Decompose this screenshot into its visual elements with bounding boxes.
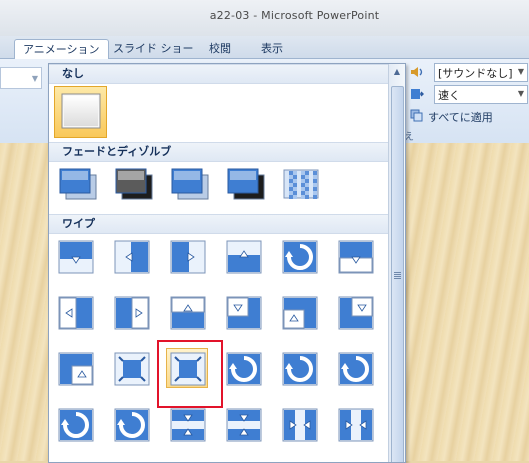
title-bar: a22-03 - Microsoft PowerPoint [0, 0, 529, 37]
wheel-8-icon [114, 408, 150, 442]
transition-wheel-3[interactable] [334, 348, 376, 388]
cut-through-black-icon [227, 168, 265, 200]
wheel-2-icon [282, 352, 318, 386]
uncover-left-icon [58, 296, 94, 330]
uncover-up-icon [170, 296, 206, 330]
uncover-right-down-icon [338, 296, 374, 330]
tab-review[interactable]: 校閲 [201, 39, 239, 58]
fade-smooth-icon [59, 168, 97, 200]
uncover-left-down-icon [226, 296, 262, 330]
transition-fade-smooth[interactable] [54, 162, 97, 202]
ribbon-tab-bar: アニメーション スライド ショー 校閲 表示 [0, 36, 529, 59]
wheel-clockwise-icon [282, 240, 318, 274]
speed-icon [411, 89, 424, 99]
split-horizontal-in-icon [170, 408, 206, 442]
transition-uncover-right-down[interactable] [334, 292, 376, 332]
transition-uncover-left-up[interactable] [278, 292, 320, 332]
ribbon-left-dropdown[interactable]: ▼ [0, 67, 42, 89]
split-vertical-out-icon [338, 408, 374, 442]
transition-wheel-2[interactable] [278, 348, 320, 388]
box-in-icon [114, 352, 150, 386]
transition-uncover-left-down[interactable] [222, 292, 264, 332]
transition-fade-through-black[interactable] [110, 162, 153, 202]
transition-options-group: [サウンドなし] ▼ 速く ▼ すべてに適用 [404, 59, 529, 143]
speed-row: 速く ▼ [410, 85, 529, 104]
transition-cut-through-black[interactable] [222, 162, 265, 202]
sound-row: [サウンドなし] ▼ [410, 63, 529, 82]
transition-wipe-down[interactable] [54, 236, 96, 276]
chevron-down-icon: ▼ [517, 89, 524, 98]
sound-dropdown[interactable]: [サウンドなし] ▼ [434, 63, 528, 82]
uncover-right-up-icon [58, 352, 94, 386]
split-horizontal-out-icon [226, 408, 262, 442]
wheel-4-icon [58, 408, 94, 442]
cut-icon [171, 168, 209, 200]
apply-all-icon [410, 109, 423, 122]
chevron-down-icon: ▼ [517, 67, 524, 76]
highlight-annotation [157, 340, 223, 408]
transition-box-in[interactable] [110, 348, 152, 388]
scrollbar-thumb[interactable] [391, 86, 404, 462]
wheel-1-icon [226, 352, 262, 386]
tab-animation[interactable]: アニメーション [14, 39, 109, 59]
section-header-fade: フェードとディゾルブ [49, 142, 402, 162]
transition-split-horizontal-out[interactable] [222, 404, 264, 444]
wheel-3-icon [338, 352, 374, 386]
speed-dropdown[interactable]: 速く ▼ [434, 85, 528, 104]
gallery-scrollbar[interactable]: ▲ [388, 64, 405, 462]
transition-split-horizontal-in[interactable] [166, 404, 208, 444]
scroll-up-icon[interactable]: ▲ [389, 64, 405, 79]
transition-none[interactable] [54, 86, 107, 138]
transition-wipe-up[interactable] [222, 236, 264, 276]
transition-split-vertical-out[interactable] [334, 404, 376, 444]
transition-cut[interactable] [166, 162, 209, 202]
uncover-right-icon [114, 296, 150, 330]
wipe-right-icon [170, 240, 206, 274]
transition-wipe-left[interactable] [110, 236, 152, 276]
transition-wheel-4[interactable] [54, 404, 96, 444]
fade-through-black-icon [115, 168, 153, 200]
apply-all-button[interactable]: すべてに適用 [410, 107, 529, 125]
dissolve-icon [283, 169, 319, 199]
split-vertical-in-icon [282, 408, 318, 442]
chevron-down-icon: ▼ [31, 74, 38, 83]
section-header-none: なし [49, 64, 402, 84]
transition-wheel-8[interactable] [110, 404, 152, 444]
transition-uncover-up[interactable] [166, 292, 208, 332]
transition-wipe-right[interactable] [166, 236, 208, 276]
transition-uncover-right-up[interactable] [54, 348, 96, 388]
transition-uncover-left[interactable] [54, 292, 96, 332]
window-title: a22-03 - Microsoft PowerPoint [209, 9, 380, 22]
blank-slide-icon [61, 93, 101, 129]
apply-all-label: すべてに適用 [428, 111, 493, 124]
transition-uncover-right[interactable] [110, 292, 152, 332]
wipe-up-icon [226, 240, 262, 274]
tab-slideshow[interactable]: スライド ショー [105, 39, 202, 58]
speed-dropdown-value: 速く [438, 89, 460, 102]
transition-wheel-1[interactable] [222, 348, 264, 388]
transition-gallery: なし フェードとディゾルブ ワイプ ▲ [48, 63, 406, 463]
transition-split-vertical-in[interactable] [278, 404, 320, 444]
transition-uncover-down[interactable] [334, 236, 376, 276]
uncover-left-up-icon [282, 296, 318, 330]
wipe-down-icon [58, 240, 94, 274]
transition-wheel-clockwise[interactable] [278, 236, 320, 276]
sound-icon [411, 67, 423, 77]
wipe-left-icon [114, 240, 150, 274]
transition-dissolve[interactable] [278, 162, 320, 202]
section-header-wipe: ワイプ [49, 214, 402, 234]
tab-view[interactable]: 表示 [253, 39, 291, 58]
sound-dropdown-value: [サウンドなし] [438, 67, 513, 80]
uncover-down-icon [338, 240, 374, 274]
grip-icon [394, 272, 401, 279]
